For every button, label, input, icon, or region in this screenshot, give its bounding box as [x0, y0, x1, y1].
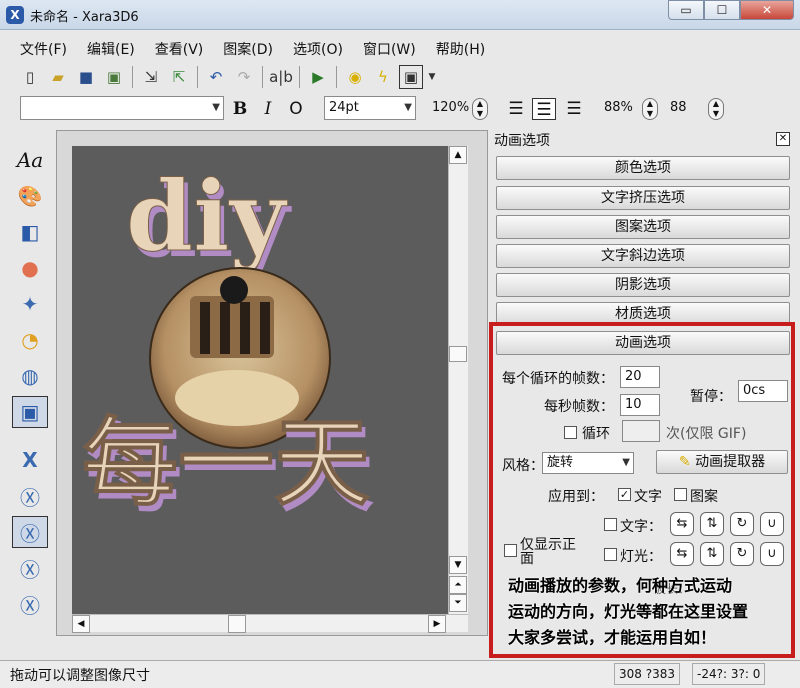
toolbar-divider [336, 66, 337, 88]
annotation-line-2: 运动的方向，灯光等都在这里设置 [508, 602, 749, 621]
zoom-value: 120% [432, 100, 470, 115]
bottom-text: 每一天 [82, 406, 370, 519]
maximize-button[interactable]: ☐ [704, 0, 740, 20]
play-animation-icon[interactable]: ▶ [306, 65, 330, 89]
diy-text: diy [126, 160, 289, 273]
annotation-line-1: 动画播放的参数，何种方式运动 [508, 576, 733, 595]
design-options-button[interactable]: 图案选项 [496, 215, 790, 239]
format-toolbar: ▼ B I O 24pt ▼ 120% ▲ ▼ ☰ ☰ ☰ 88% ▲ ▼ 88 ▲… [18, 96, 798, 124]
texture-icon[interactable]: ◍ [12, 360, 48, 392]
export-icon[interactable]: ▣ [102, 65, 126, 89]
menu-help[interactable]: 帮助(H) [426, 36, 495, 62]
food-topping [220, 276, 248, 304]
horizontal-scrollbar[interactable]: ◀ ▶ [72, 614, 468, 633]
zoom-spinner[interactable]: ▲ ▼ [472, 98, 488, 120]
scroll-right-icon[interactable]: ▶ [428, 615, 446, 633]
preview-image: diy diy 每一天 每一天 [82, 160, 375, 526]
animation-icon[interactable]: ▣ [12, 396, 48, 428]
food-stripe [260, 302, 270, 354]
left-tool-column: Aa 🎨 ◧ ● ✦ ◔ ◍ ▣ X Ⓧ Ⓧ Ⓧ Ⓧ [8, 144, 52, 644]
main-toolbar: ▯ ▰ ■ ▣ ⇲ ⇱ ↶ ↷ a|b ▶ ◉ ϟ ▣ ▼ [18, 62, 437, 92]
menu-design[interactable]: 图案(D) [213, 36, 283, 62]
close-icon[interactable]: ✕ [776, 132, 790, 146]
text-edit-icon[interactable]: a|b [269, 65, 293, 89]
rotate-z-icon[interactable]: Ⓧ [12, 552, 48, 584]
save-icon[interactable]: ■ [74, 65, 98, 89]
font-size-value: 24pt [329, 100, 359, 115]
import-icon[interactable]: ⇲ [139, 65, 163, 89]
italic-button[interactable]: I [256, 98, 280, 120]
open-folder-icon[interactable]: ▰ [46, 65, 70, 89]
redo-icon[interactable]: ↷ [232, 65, 256, 89]
menu-view[interactable]: 查看(V) [145, 36, 214, 62]
toolbar-divider [262, 66, 263, 88]
shadow-icon[interactable]: ✦ [12, 288, 48, 320]
menu-file[interactable]: 文件(F) [10, 36, 77, 62]
import-design-icon[interactable]: ⇱ [167, 65, 191, 89]
rotate-reset-icon[interactable]: Ⓧ [12, 588, 48, 620]
text-options-icon[interactable]: Aa [12, 144, 48, 176]
spacing-value: 88 [670, 100, 687, 115]
scroll-page-down-icon[interactable]: ⏷ [449, 594, 467, 612]
align-left-icon[interactable]: ☰ [504, 98, 528, 120]
scroll-thumb[interactable] [449, 346, 467, 362]
toolbar-divider [299, 66, 300, 88]
chevron-down-icon: ▼ [404, 102, 412, 113]
extrude-icon[interactable]: ◧ [12, 216, 48, 248]
h-scroll-thumb[interactable] [228, 615, 246, 633]
opacity-spinner[interactable]: ▲ ▼ [642, 98, 658, 120]
food-stripe [200, 302, 210, 354]
scroll-up-icon[interactable]: ▲ [449, 146, 467, 164]
scroll-left-icon[interactable]: ◀ [72, 615, 90, 633]
align-center-icon[interactable]: ☰ [532, 98, 556, 120]
bevel-icon[interactable]: ● [12, 252, 48, 284]
rotate-y-icon[interactable]: Ⓧ [12, 480, 48, 512]
food-stripe [220, 302, 230, 354]
shadow-options-button[interactable]: 阴影选项 [496, 273, 790, 297]
light-bulb-icon[interactable]: ◉ [343, 65, 367, 89]
scroll-page-up-icon[interactable]: ⏶ [449, 576, 467, 594]
chevron-down-icon: ▼ [212, 102, 220, 113]
image-size-readout: 308 ?383 [614, 663, 680, 685]
font-size-select[interactable]: 24pt ▼ [324, 96, 416, 120]
undo-icon[interactable]: ↶ [204, 65, 228, 89]
color-palette-icon[interactable]: 🎨 [12, 180, 48, 212]
lighting-icon[interactable]: ◔ [12, 324, 48, 356]
toolbar-divider [132, 66, 133, 88]
menu-window[interactable]: 窗口(W) [353, 36, 426, 62]
annotation-line-3: 大家多尝试，才能运用自如！ [508, 628, 717, 647]
menu-edit[interactable]: 编辑(E) [77, 36, 145, 62]
app-logo-icon: X [6, 6, 24, 24]
food-stripe [240, 302, 250, 354]
panel-title: 动画选项 [494, 133, 550, 149]
scroll-down-icon[interactable]: ▼ [449, 556, 467, 574]
minimize-button[interactable]: ▭ [668, 0, 704, 20]
extrude-options-button[interactable]: 文字挤压选项 [496, 186, 790, 210]
status-bar: 拖动可以调整图像尺寸 308 ?383 -24?: 3?: 0 [0, 660, 800, 688]
rotation-readout: -24?: 3?: 0 [692, 663, 766, 685]
color-options-button[interactable]: 颜色选项 [496, 156, 790, 180]
menu-bar: 文件(F) 编辑(E) 查看(V) 图案(D) 选项(O) 窗口(W) 帮助(H) [10, 36, 790, 60]
spacing-spinner[interactable]: ▲ ▼ [708, 98, 724, 120]
outline-button[interactable]: O [284, 98, 308, 120]
align-right-icon[interactable]: ☰ [562, 98, 586, 120]
chevron-down-icon[interactable]: ▼ [427, 65, 437, 89]
new-file-icon[interactable]: ▯ [18, 65, 42, 89]
toolbar-divider [197, 66, 198, 88]
menu-options[interactable]: 选项(O) [283, 36, 353, 62]
title-bar: X 未命名 - Xara3D6 ▭ ☐ ✕ [0, 0, 800, 30]
window-title: 未命名 - Xara3D6 [30, 10, 139, 25]
vertical-scrollbar[interactable]: ▲ ▼ ⏶ ⏷ [448, 146, 468, 614]
status-text: 拖动可以调整图像尺寸 [10, 668, 150, 684]
bevel-options-button[interactable]: 文字斜边选项 [496, 244, 790, 268]
font-name-select[interactable]: ▼ [20, 96, 224, 120]
rotate-x-icon[interactable]: X [12, 444, 48, 476]
opacity-value: 88% [604, 100, 633, 115]
close-window-button[interactable]: ✕ [740, 0, 794, 20]
preview-canvas[interactable]: diy diy 每一天 每一天 [72, 146, 448, 614]
frame-view-icon[interactable]: ▣ [399, 65, 423, 89]
bold-button[interactable]: B [228, 98, 252, 120]
rotate-free-icon[interactable]: Ⓧ [12, 516, 48, 548]
lightning-icon[interactable]: ϟ [371, 65, 395, 89]
